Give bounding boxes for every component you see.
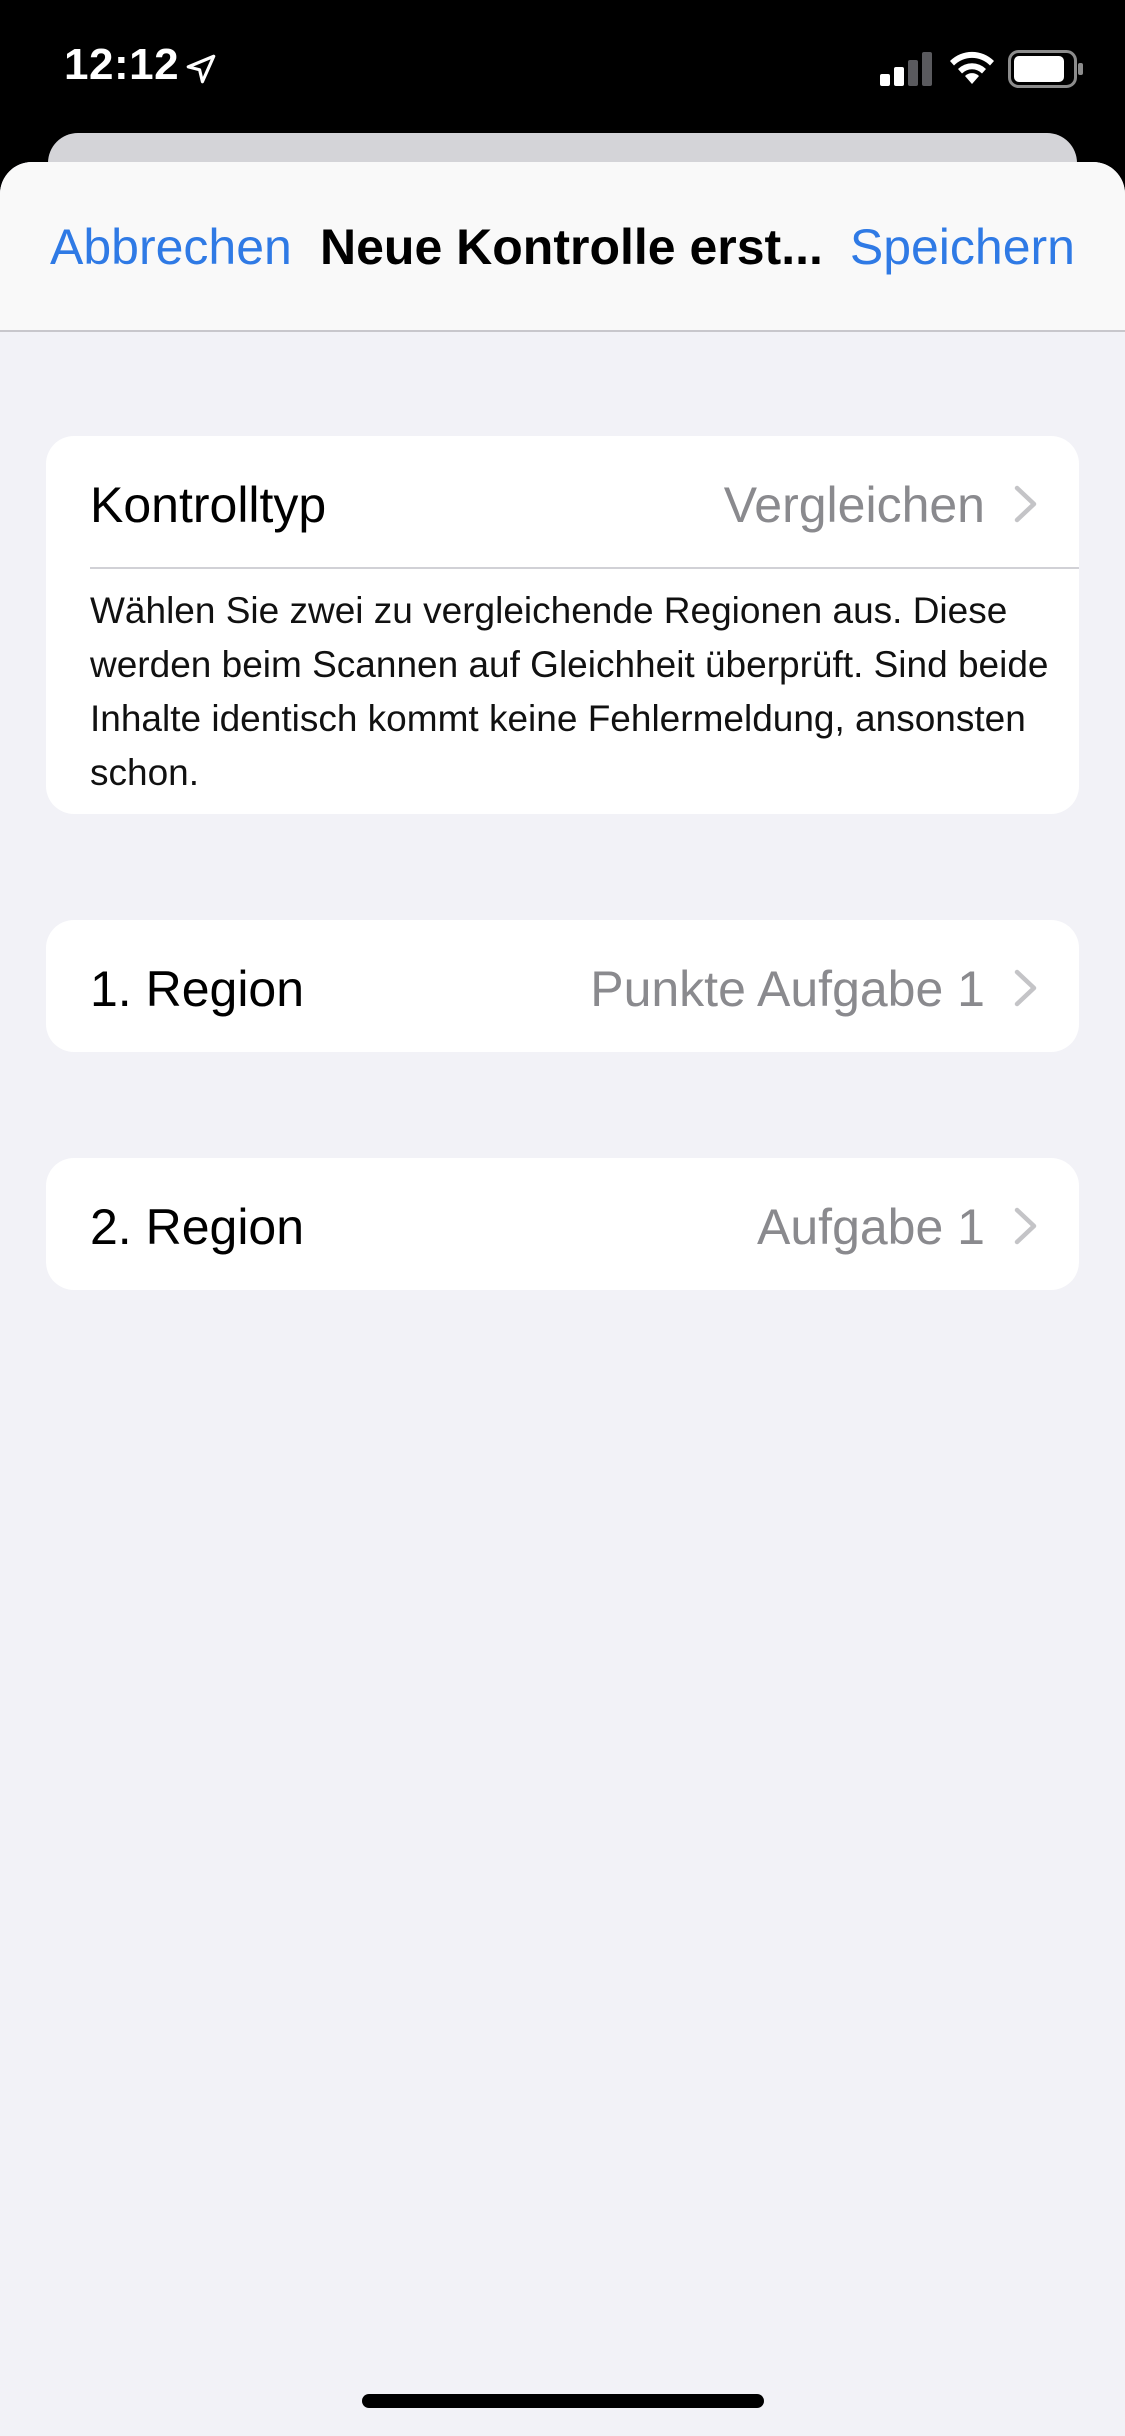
region-2-label: 2. Region (90, 1199, 305, 1255)
control-type-description: Wählen Sie zwei zu vergleichende Regione… (90, 590, 1049, 793)
status-bar: 12:12 (0, 0, 1125, 134)
save-button[interactable]: Speichern (850, 218, 1075, 276)
navigation-bar: Abbrechen Neue Kontrolle erst... Speiche… (0, 162, 1125, 332)
region-1-label: 1. Region (90, 961, 305, 1017)
control-type-value: Vergleichen (723, 477, 985, 533)
control-type-row[interactable]: Kontrolltyp Vergleichen (46, 436, 1079, 568)
chevron-right-icon (1014, 485, 1037, 523)
page-title: Neue Kontrolle erst... (320, 219, 820, 275)
status-time: 12:12 (64, 40, 180, 89)
control-type-label: Kontrolltyp (90, 477, 327, 533)
control-type-group: Kontrolltyp Vergleichen Wählen Sie zwei … (46, 436, 1079, 814)
battery-icon (1008, 50, 1083, 88)
chevron-right-icon (1014, 969, 1037, 1007)
region-1-row[interactable]: 1. Region Punkte Aufgabe 1 (46, 920, 1079, 1052)
modal-sheet: Abbrechen Neue Kontrolle erst... Speiche… (0, 162, 1125, 2436)
chevron-right-icon (1014, 1207, 1037, 1245)
cancel-button[interactable]: Abbrechen (50, 218, 292, 276)
wifi-icon (950, 51, 994, 84)
region-1-group: 1. Region Punkte Aufgabe 1 (46, 920, 1079, 1052)
location-arrow-icon (186, 54, 216, 84)
home-indicator[interactable] (362, 2394, 764, 2408)
cellular-signal-icon (880, 52, 932, 86)
region-2-value: Aufgabe 1 (757, 1199, 985, 1255)
region-2-group: 2. Region Aufgabe 1 (46, 1158, 1079, 1290)
separator (90, 567, 1079, 569)
region-2-row[interactable]: 2. Region Aufgabe 1 (46, 1158, 1079, 1290)
region-1-value: Punkte Aufgabe 1 (590, 961, 985, 1017)
